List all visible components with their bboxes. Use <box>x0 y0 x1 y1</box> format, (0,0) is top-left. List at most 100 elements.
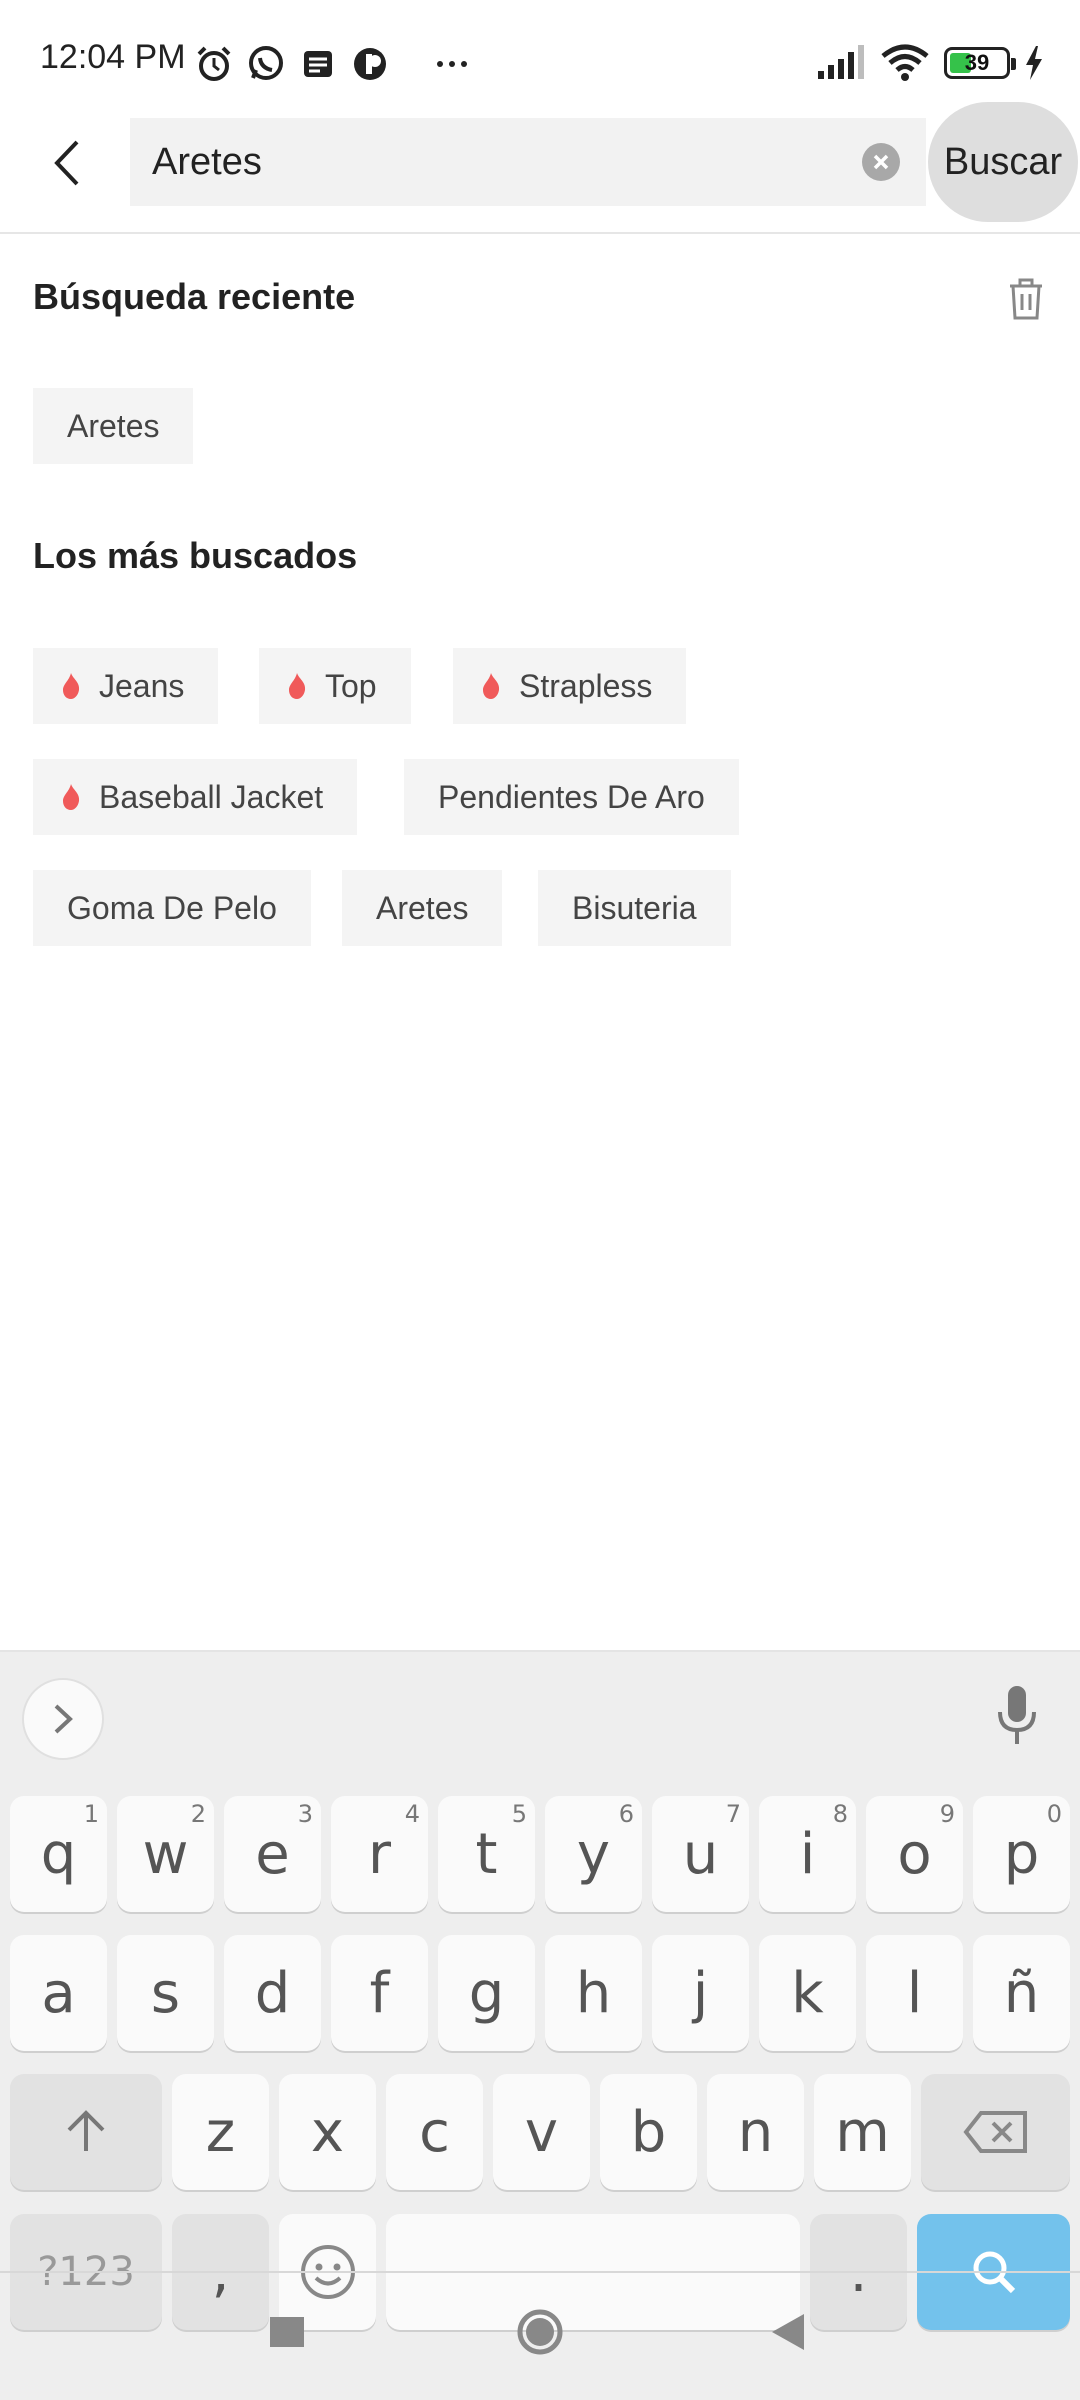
microphone-icon[interactable] <box>992 1682 1042 1748</box>
key-g[interactable]: g <box>438 1935 535 2051</box>
chip-label: Strapless <box>519 667 653 704</box>
key-x[interactable]: x <box>279 2074 376 2190</box>
popular-chip-pendientes-de-aro[interactable]: Pendientes De Aro <box>404 759 739 835</box>
back-button[interactable] <box>36 128 96 198</box>
key-d[interactable]: d <box>224 1935 321 2051</box>
key-num: 5 <box>511 1800 527 1828</box>
trash-icon <box>1010 278 1042 320</box>
key-num: 4 <box>404 1800 420 1828</box>
alarm-icon <box>197 46 231 81</box>
emoji-key[interactable] <box>279 2214 376 2330</box>
delete-history-button[interactable] <box>1004 274 1048 322</box>
key-char: y <box>576 1821 611 1887</box>
key-num: 7 <box>725 1800 741 1828</box>
popular-chip-goma-de-pelo[interactable]: Goma De Pelo <box>33 870 311 946</box>
popular-chip-baseball-jacket[interactable]: Baseball Jacket <box>33 759 358 835</box>
key-k[interactable]: k <box>759 1935 856 2051</box>
chip-label: Top <box>325 667 377 704</box>
key-a[interactable]: a <box>10 1935 107 2051</box>
message-icon <box>304 51 332 77</box>
signal-icon <box>818 45 864 79</box>
key-e[interactable]: e3 <box>224 1796 321 1912</box>
search-header: Buscar <box>0 100 1080 234</box>
more-dots-icon <box>437 61 467 67</box>
backspace-key[interactable] <box>921 2074 1070 2190</box>
key-p[interactable]: p0 <box>973 1796 1070 1912</box>
chevron-right-icon <box>54 1704 73 1734</box>
battery-tip <box>1011 58 1016 70</box>
chip-label: Bisuteria <box>572 889 697 926</box>
status-icons-left <box>194 44 472 84</box>
period-key[interactable]: . <box>810 2214 907 2330</box>
popular-chip-strapless[interactable]: Strapless <box>453 648 687 724</box>
recent-search-chip[interactable]: Aretes <box>33 388 194 464</box>
recent-searches-title: Búsqueda reciente <box>33 276 356 317</box>
status-time: 12:04 PM <box>40 38 186 76</box>
space-key[interactable] <box>386 2214 800 2330</box>
chip-label: Pendientes De Aro <box>438 778 705 815</box>
key-i[interactable]: i8 <box>759 1796 856 1912</box>
search-input[interactable] <box>130 118 830 206</box>
flame-icon <box>483 673 500 699</box>
key-char: u <box>682 1821 719 1887</box>
comma-key[interactable]: , <box>172 2214 269 2330</box>
emoji-icon <box>300 2245 355 2299</box>
key-char: e <box>255 1821 290 1887</box>
key-char: o <box>897 1821 932 1887</box>
key-m[interactable]: m <box>814 2074 911 2190</box>
key-l[interactable]: l <box>866 1935 963 2051</box>
key-num: 8 <box>832 1800 848 1828</box>
key-enye[interactable]: ñ <box>973 1935 1070 2051</box>
key-char: w <box>142 1821 189 1887</box>
key-s[interactable]: s <box>117 1935 214 2051</box>
key-num: 2 <box>190 1800 206 1828</box>
shift-arrow-icon <box>67 2110 105 2151</box>
key-f[interactable]: f <box>331 1935 428 2051</box>
key-o[interactable]: o9 <box>866 1796 963 1912</box>
popular-chip-bisuteria[interactable]: Bisuteria <box>538 870 731 946</box>
keyboard-toolbar-expand-button[interactable] <box>22 1678 104 1760</box>
key-char: r <box>367 1821 392 1887</box>
popular-chip-aretes[interactable]: Aretes <box>342 870 503 946</box>
popular-chip-top[interactable]: Top <box>259 648 411 724</box>
chip-label: Baseball Jacket <box>99 778 324 815</box>
key-b[interactable]: b <box>600 2074 697 2190</box>
flame-icon <box>63 784 80 810</box>
key-r[interactable]: r4 <box>331 1796 428 1912</box>
battery-level: 39 <box>964 50 990 75</box>
search-submit-button[interactable]: Buscar <box>928 102 1078 222</box>
key-j[interactable]: j <box>652 1935 749 2051</box>
key-v[interactable]: v <box>493 2074 590 2190</box>
key-char: p <box>1003 1821 1040 1887</box>
key-w[interactable]: w2 <box>117 1796 214 1912</box>
battery-icon: 39 <box>944 47 1016 79</box>
wifi-icon <box>881 44 929 81</box>
key-q[interactable]: q1 <box>10 1796 107 1912</box>
search-box <box>130 118 926 206</box>
key-c[interactable]: c <box>386 2074 483 2190</box>
shift-key[interactable] <box>10 2074 162 2190</box>
key-num: 3 <box>297 1800 313 1828</box>
key-num: 9 <box>939 1800 955 1828</box>
key-u[interactable]: u7 <box>652 1796 749 1912</box>
clear-search-button[interactable] <box>862 143 900 181</box>
flame-icon <box>289 673 306 699</box>
close-icon <box>873 154 889 170</box>
key-n[interactable]: n <box>707 2074 804 2190</box>
key-h[interactable]: h <box>545 1935 642 2051</box>
key-z[interactable]: z <box>172 2074 269 2190</box>
popular-chip-jeans[interactable]: Jeans <box>33 648 219 724</box>
chip-label: Aretes <box>67 407 160 444</box>
app-icon <box>354 48 386 80</box>
key-y[interactable]: y6 <box>545 1796 642 1912</box>
key-t[interactable]: t5 <box>438 1796 535 1912</box>
whatsapp-icon <box>249 46 283 80</box>
back-arrow-icon <box>54 140 79 186</box>
symbols-key[interactable]: ?123 <box>10 2214 162 2330</box>
keyboard-search-key[interactable] <box>917 2214 1070 2330</box>
key-char: i <box>799 1821 816 1887</box>
key-num: 6 <box>618 1800 634 1828</box>
search-icon <box>973 2251 1015 2294</box>
status-bar: 12:04 PM 39 <box>0 0 1080 100</box>
chip-label: Jeans <box>99 667 185 704</box>
